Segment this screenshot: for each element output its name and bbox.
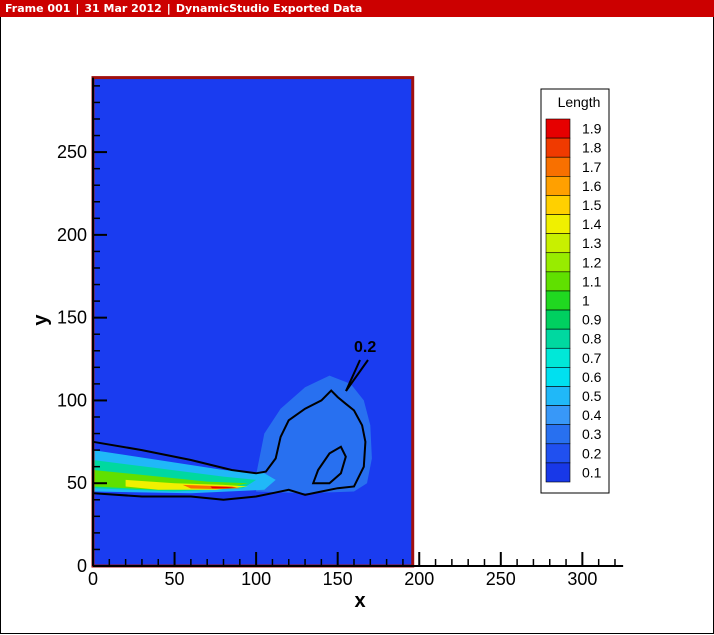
legend-swatch xyxy=(545,309,571,330)
legend-swatch xyxy=(545,252,571,273)
legend-label: 0.2 xyxy=(582,445,602,461)
legend-label: 1.9 xyxy=(582,121,602,137)
x-tick-label: 0 xyxy=(88,569,98,589)
y-tick-label: 250 xyxy=(57,142,87,162)
legend-label: 1 xyxy=(582,293,590,309)
legend-swatch xyxy=(545,443,571,464)
legend-label: 0.8 xyxy=(582,331,602,347)
legend-swatch xyxy=(545,137,571,158)
colorbar-legend: Length 1.9 1.8 1.7 1.6 1.5 1.4 1.3 1.2 1.1 1 0.9 0.8… xyxy=(540,88,610,494)
legend-label: 1.5 xyxy=(582,197,602,213)
legend-label: 1.1 xyxy=(582,273,602,289)
legend-label: 0.3 xyxy=(582,426,602,442)
x-tick-label: 300 xyxy=(567,569,597,589)
legend-swatch xyxy=(545,347,571,368)
legend-label: 1.2 xyxy=(582,254,602,270)
field-background xyxy=(93,77,413,567)
x-axis-label: x xyxy=(354,590,365,612)
legend-label: 0.9 xyxy=(582,312,602,328)
legend-label: 1.8 xyxy=(582,140,602,156)
legend-swatch xyxy=(545,195,571,215)
legend-swatch xyxy=(545,118,571,139)
legend-swatch xyxy=(545,176,571,196)
legend-label: 1.6 xyxy=(582,178,602,194)
legend-label: 1.4 xyxy=(582,216,602,232)
legend-swatch xyxy=(545,233,571,254)
contour-label: 0.2 xyxy=(354,339,376,356)
legend-label: 0.7 xyxy=(582,350,602,366)
legend-label: 0.1 xyxy=(582,464,602,480)
legend-swatch xyxy=(545,214,571,234)
y-axis-label: y xyxy=(30,314,52,326)
legend-label: 0.6 xyxy=(582,369,602,385)
y-tick-label: 100 xyxy=(57,390,87,410)
x-tick-label: 200 xyxy=(404,569,434,589)
legend-swatch xyxy=(545,328,571,349)
y-tick-label: 0 xyxy=(77,556,87,576)
x-tick-label: 150 xyxy=(323,569,353,589)
y-tick-label: 50 xyxy=(67,473,87,493)
x-tick-label: 250 xyxy=(486,569,516,589)
x-tick-label: 50 xyxy=(165,569,185,589)
y-tick-label: 200 xyxy=(57,225,87,245)
legend-swatch xyxy=(545,405,571,425)
field-layer xyxy=(91,76,415,568)
legend-title: Length xyxy=(558,94,601,110)
legend-swatch xyxy=(545,386,571,406)
legend-swatch xyxy=(545,156,571,177)
legend-label: 0.5 xyxy=(582,388,602,404)
legend-swatch xyxy=(545,367,571,387)
legend-swatch xyxy=(545,271,571,292)
x-tick-label: 100 xyxy=(241,569,271,589)
legend-label: 0.4 xyxy=(582,407,602,423)
vector-field-plot: 0.2 0 50 100 150 200 250 300050100150200250 x … xyxy=(30,76,624,612)
y-tick-label: 150 xyxy=(57,308,87,328)
legend-swatch xyxy=(545,290,571,311)
legend-swatch xyxy=(545,462,571,483)
legend-swatch xyxy=(545,424,571,445)
legend-label: 1.3 xyxy=(582,235,602,251)
legend-label: 1.7 xyxy=(582,159,602,175)
